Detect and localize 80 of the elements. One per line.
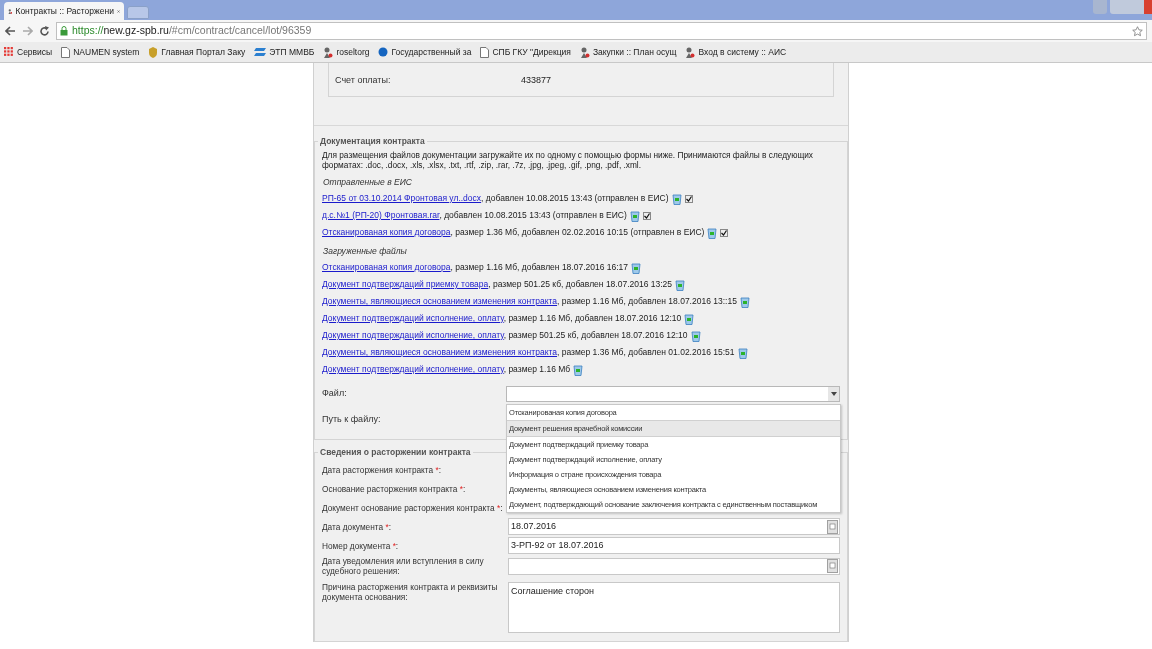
trash-icon[interactable] bbox=[573, 363, 584, 376]
file-entry: Отсканированая копия договора, размер 1.16 Мб, добавлен 18.07.2016 16:17 bbox=[322, 261, 629, 274]
dropdown-arrow-icon bbox=[830, 392, 837, 396]
trash-icon[interactable] bbox=[675, 278, 686, 291]
bookmark[interactable]: Закупки :: План осущ bbox=[579, 45, 677, 59]
bookmark[interactable]: ЭТП ММВБ bbox=[254, 45, 315, 59]
file-entry: Документы, являющиеся основанием изменения контракта, размер 1.16 Мб, добавлен 18.07.2016 13::15 bbox=[322, 295, 737, 308]
forward-icon[interactable] bbox=[22, 26, 33, 36]
new-tab-button[interactable] bbox=[127, 6, 149, 19]
lock-icon bbox=[60, 26, 68, 36]
file-entry: Отсканированая копия договора, размер 1.36 Мб, добавлен 02.02.2016 10:15 (отправлен в ЕИС) bbox=[322, 226, 705, 239]
field-label: Файл: bbox=[322, 387, 348, 401]
file-entry: Документ подтверждаций исполнение, оплату, размер 1.16 Мб bbox=[322, 363, 571, 376]
file-entry: РП-65 от 03.10.2014 Фронтовая ул..docx, добавлен 10.08.2015 13:43 (отправлен в ЕИС) bbox=[322, 192, 669, 205]
bookmark[interactable]: СПБ ГКУ "Дирекция bbox=[480, 45, 571, 59]
page-icon bbox=[61, 46, 71, 58]
date-field[interactable] bbox=[508, 557, 840, 575]
file-select[interactable] bbox=[506, 386, 840, 402]
checkbox[interactable] bbox=[684, 194, 693, 203]
file-entry: Документ подтверждаций исполнение, оплату, размер 501.25 кб, добавлен 18.07.2016 12:10 bbox=[322, 329, 688, 342]
check-icon bbox=[721, 229, 728, 236]
calendar-icon[interactable] bbox=[827, 559, 838, 573]
check-icon bbox=[643, 212, 650, 219]
stripes-icon bbox=[254, 47, 267, 57]
trash-icon[interactable] bbox=[690, 329, 701, 342]
trash-icon[interactable] bbox=[631, 261, 642, 274]
field-label: Номер документа *: bbox=[322, 540, 400, 551]
apps-grid-icon bbox=[4, 47, 14, 57]
field-label: Основание расторжения контракта *: bbox=[322, 483, 467, 494]
calendar-icon[interactable] bbox=[827, 519, 838, 534]
file-entry: д.с.№1 (РП-20) Фронтовая.rar, добавлен 10.08.2015 13:43 (отправлен в ЕИС) bbox=[322, 209, 627, 222]
group-heading: Загруженные файлы bbox=[322, 245, 408, 257]
trash-icon[interactable] bbox=[739, 295, 750, 308]
close-icon[interactable] bbox=[116, 7, 120, 15]
group-heading: Отправленные в ЕИС bbox=[322, 176, 413, 188]
file-link[interactable]: Документы, являющиеся основанием изменения контракта bbox=[322, 347, 557, 358]
bookmark[interactable]: Вход в систему :: АИС bbox=[685, 45, 787, 59]
file-link[interactable]: Документ подтверждаций исполнение, оплату bbox=[322, 330, 504, 341]
bookmark[interactable]: roseltorg bbox=[323, 45, 370, 59]
field-label: Документ основание расторжения контракта *: bbox=[322, 502, 504, 513]
file-link[interactable]: Документ подтверждаций исполнение, оплату bbox=[322, 313, 504, 324]
section-legend: Документация контракта bbox=[318, 135, 427, 148]
file-link[interactable]: Документы, являющиеся основанием изменения контракта bbox=[322, 296, 557, 307]
trash-icon[interactable] bbox=[737, 346, 748, 359]
person-icon bbox=[323, 46, 334, 58]
field-value: 433877 bbox=[521, 73, 552, 87]
field-label: Дата документа *: bbox=[322, 521, 392, 532]
text-area[interactable]: Соглашение сторон bbox=[508, 582, 840, 633]
file-link[interactable]: Документ подтверждаций исполнение, оплату bbox=[322, 364, 504, 375]
bookmark[interactable]: NAUMEN system bbox=[61, 45, 140, 59]
bookmark[interactable]: Сервисы bbox=[4, 45, 53, 59]
field-label: Счет оплаты: bbox=[335, 73, 392, 87]
section-legend: Сведения о расторжении контракта bbox=[318, 446, 473, 459]
field-label: Причина расторжения контракта и реквизиты документа основания: bbox=[322, 582, 499, 602]
person-icon bbox=[685, 46, 696, 58]
trash-icon[interactable] bbox=[684, 312, 695, 325]
checkbox[interactable] bbox=[642, 211, 651, 220]
browser-tab[interactable]: Контракты :: Расторжени bbox=[4, 2, 124, 20]
address-bar[interactable]: https://new.gz-spb.ru/#cm/contract/cancel/lot/96359 bbox=[56, 22, 1147, 40]
person-icon bbox=[579, 46, 590, 58]
back-icon[interactable] bbox=[5, 26, 16, 36]
reload-icon[interactable] bbox=[39, 25, 50, 37]
globe-icon bbox=[378, 47, 389, 57]
date-field[interactable]: 18.07.2016 bbox=[508, 518, 840, 535]
text-field[interactable]: 3-РП-92 от 18.07.2016 bbox=[508, 537, 840, 554]
url-text: https://new.gz-spb.ru/#cm/contract/cancel/lot/96359 bbox=[72, 23, 313, 39]
star-icon[interactable] bbox=[1132, 25, 1143, 37]
file-entry: Документ подтверждаций приемку товара, размер 501.25 кб, добавлен 18.07.2016 13:25 bbox=[322, 278, 673, 291]
file-entry: Документ подтверждаций исполнение, оплату, размер 1.16 Мб, добавлен 18.07.2016 12:10 bbox=[322, 312, 682, 325]
emblem-icon bbox=[148, 46, 159, 58]
page-icon bbox=[480, 46, 490, 58]
field-label: Путь к файлу: bbox=[322, 414, 381, 424]
field-label: Дата уведомления или вступления в силу судебного решения: bbox=[322, 556, 485, 576]
upload-instructions: Для размещения файлов документации загружайте их по одному с помощью формы ниже. Принимаются файлы в следующих форматах: .doc, .docx, .xls, .xlsx, .txt, .rtf, .zip, .rar, .7z, .jpg, .jpeg, .gif, .png, .pdf, .xml. bbox=[322, 150, 814, 170]
bookmark[interactable]: Государственный за bbox=[378, 45, 472, 59]
field-label: Дата расторжения контракта *: bbox=[322, 464, 443, 475]
bookmark[interactable]: Главная Портал Заку bbox=[148, 45, 246, 59]
checkbox[interactable] bbox=[720, 228, 729, 237]
file-entry: Документы, являющиеся основанием изменения контракта, размер 1.36 Мб, добавлен 01.02.2016 15:51 bbox=[322, 346, 735, 359]
check-icon bbox=[685, 195, 692, 202]
